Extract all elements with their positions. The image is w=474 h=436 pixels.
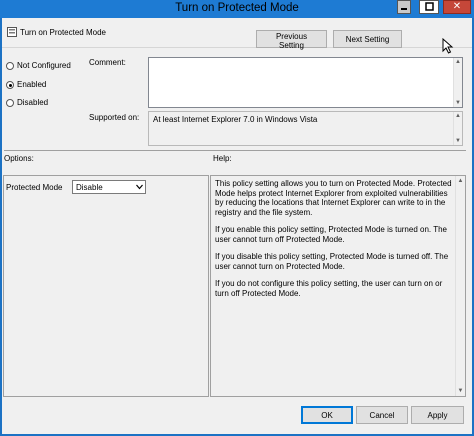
- radio-label-enabled: Enabled: [17, 80, 47, 89]
- help-paragraph: If you do not configure this policy sett…: [215, 279, 443, 298]
- scroll-down-icon[interactable]: ▼: [454, 99, 462, 107]
- help-panel: This policy setting allows you to turn o…: [210, 175, 466, 397]
- next-setting-button[interactable]: Next Setting: [333, 30, 402, 48]
- section-divider: [4, 150, 466, 151]
- maximize-icon: [425, 2, 434, 11]
- scroll-up-icon[interactable]: ▲: [456, 177, 465, 185]
- help-paragraph: If you disable this policy setting, Prot…: [215, 252, 449, 271]
- supported-on-field: At least Internet Explorer 7.0 in Window…: [148, 111, 463, 146]
- ok-button[interactable]: OK: [301, 406, 353, 424]
- supported-scrollbar[interactable]: ▲ ▼: [453, 112, 462, 145]
- radio-indicator-enabled[interactable]: [6, 81, 14, 89]
- help-label: Help:: [213, 154, 232, 163]
- minimize-icon: [401, 8, 407, 10]
- scroll-down-icon[interactable]: ▼: [456, 387, 465, 395]
- protected-mode-value: Disable: [76, 183, 103, 192]
- scroll-down-icon[interactable]: ▼: [454, 137, 462, 145]
- radio-enabled[interactable]: Enabled: [6, 80, 86, 92]
- mouse-cursor-icon: [442, 38, 454, 54]
- comment-value: [149, 58, 462, 62]
- protected-mode-label: Protected Mode: [6, 183, 63, 192]
- comment-label: Comment:: [89, 58, 126, 67]
- radio-indicator-not-configured[interactable]: [6, 62, 14, 70]
- supported-on-value: At least Internet Explorer 7.0 in Window…: [153, 115, 318, 124]
- apply-button[interactable]: Apply: [411, 406, 464, 424]
- cancel-button[interactable]: Cancel: [356, 406, 408, 424]
- supported-on-label: Supported on:: [89, 113, 140, 122]
- policy-setting-icon: [7, 27, 17, 37]
- maximize-button[interactable]: [419, 0, 439, 14]
- help-paragraph: This policy setting allows you to turn o…: [215, 179, 452, 217]
- previous-setting-button[interactable]: Previous Setting: [256, 30, 327, 50]
- comment-scrollbar[interactable]: ▲ ▼: [453, 58, 462, 107]
- radio-not-configured[interactable]: Not Configured: [6, 61, 86, 73]
- help-text: This policy setting allows you to turn o…: [215, 179, 452, 306]
- minimize-button[interactable]: [397, 0, 411, 14]
- help-scrollbar[interactable]: ▲ ▼: [455, 176, 465, 396]
- scroll-up-icon[interactable]: ▲: [454, 58, 462, 66]
- protected-mode-select[interactable]: Disable: [72, 180, 146, 194]
- close-icon: ✕: [452, 1, 462, 12]
- scroll-up-icon[interactable]: ▲: [454, 112, 462, 120]
- chevron-down-icon: [136, 184, 143, 190]
- options-label: Options:: [4, 154, 34, 163]
- setting-name: Turn on Protected Mode: [20, 28, 106, 37]
- help-paragraph: If you enable this policy setting, Prote…: [215, 225, 447, 244]
- radio-indicator-disabled[interactable]: [6, 99, 14, 107]
- radio-label-disabled: Disabled: [17, 98, 49, 107]
- radio-label-not-configured: Not Configured: [17, 61, 71, 70]
- radio-disabled[interactable]: Disabled: [6, 98, 86, 110]
- options-panel: Protected Mode Disable: [3, 175, 209, 397]
- comment-textarea[interactable]: ▲ ▼: [148, 57, 463, 108]
- close-button[interactable]: ✕: [443, 0, 471, 14]
